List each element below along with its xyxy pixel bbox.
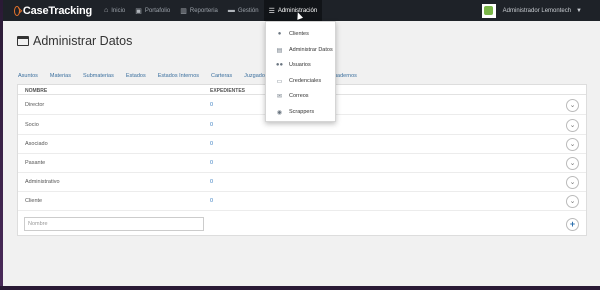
menu-item-label: Scrappers bbox=[289, 109, 315, 115]
administracion-dropdown: ● Clientes ▤ Administrar Datos ●● Usuari… bbox=[265, 21, 336, 122]
tab-estados[interactable]: Estados bbox=[126, 73, 146, 79]
briefcase-icon: ▣ bbox=[135, 7, 142, 15]
nav-item-label: Gestión bbox=[237, 7, 259, 14]
tab-estados-internos[interactable]: Estados Internos bbox=[158, 73, 199, 79]
row-options-button[interactable]: ⌄ bbox=[566, 195, 579, 208]
menu-item-usuarios[interactable]: ●● Usuarios bbox=[266, 57, 335, 73]
row-name: Socio bbox=[25, 122, 39, 128]
checkmark-circle-icon bbox=[14, 5, 20, 16]
nav-item-administracion[interactable]: ☰ Administración bbox=[263, 0, 323, 21]
user-menu[interactable]: Administrador Lemontech ▼ bbox=[481, 0, 582, 21]
user-name: Administrador Lemontech bbox=[502, 7, 572, 14]
nav-item-label: Reporteria bbox=[189, 7, 218, 14]
menu-item-label: Clientes bbox=[289, 31, 309, 37]
plus-icon: + bbox=[569, 219, 576, 229]
avatar bbox=[481, 3, 496, 18]
menu-item-label: Correos bbox=[289, 93, 309, 99]
menu-item-correos[interactable]: ✉ Correos bbox=[266, 88, 335, 104]
home-icon: ⌂ bbox=[104, 7, 109, 14]
nav-item-reporteria[interactable]: ▥ Reporteria bbox=[175, 0, 223, 21]
user-icon: ● bbox=[277, 31, 282, 37]
row-name: Pasante bbox=[25, 160, 46, 166]
window-bottom-edge bbox=[0, 286, 600, 290]
brand-logo[interactable]: CaseTracking bbox=[14, 5, 92, 17]
window-icon bbox=[17, 36, 29, 46]
chevron-down-icon: ⌄ bbox=[569, 179, 576, 186]
tab-asuntos[interactable]: Asuntos bbox=[18, 73, 38, 79]
menu-item-credenciales[interactable]: ▭ Credenciales bbox=[266, 73, 335, 89]
menu-icon: ☰ bbox=[268, 7, 275, 15]
envelope-icon: ✉ bbox=[276, 93, 283, 100]
folder-icon: ▬ bbox=[227, 7, 235, 14]
row-name: Administrativo bbox=[25, 179, 60, 185]
table-row: Asociado 0 ⌄ bbox=[18, 135, 586, 154]
menu-item-clientes[interactable]: ● Clientes bbox=[266, 26, 335, 42]
row-expedientes-link[interactable]: 0 bbox=[210, 141, 213, 147]
caret-down-icon: ▼ bbox=[576, 7, 582, 14]
chevron-down-icon: ⌄ bbox=[569, 141, 576, 148]
tab-materias[interactable]: Materias bbox=[50, 73, 71, 79]
row-options-button[interactable]: ⌄ bbox=[566, 138, 579, 151]
row-options-button[interactable]: ⌄ bbox=[566, 99, 579, 112]
page-title: Administrar Datos bbox=[17, 34, 132, 48]
table-icon: ▤ bbox=[276, 47, 283, 54]
table-row: Cliente 0 ⌄ bbox=[18, 192, 586, 211]
row-expedientes-link[interactable]: 0 bbox=[210, 122, 213, 128]
menu-item-label: Administrar Datos bbox=[289, 47, 333, 53]
row-options-button[interactable]: ⌄ bbox=[566, 157, 579, 170]
tab-submaterias[interactable]: Submaterias bbox=[83, 73, 114, 79]
row-expedientes-link[interactable]: 0 bbox=[210, 160, 213, 166]
tab-bar: Asuntos Materias Submaterias Estados Est… bbox=[18, 71, 357, 81]
nav-item-label: Portafolio bbox=[144, 7, 171, 14]
nav-item-gestion[interactable]: ▬ Gestión bbox=[223, 0, 264, 21]
users-icon: ●● bbox=[275, 62, 284, 68]
row-name: Director bbox=[25, 102, 45, 108]
row-expedientes-link[interactable]: 0 bbox=[210, 102, 213, 108]
eye-icon: ◉ bbox=[276, 109, 283, 116]
nav-item-portafolio[interactable]: ▣ Portafolio bbox=[130, 0, 175, 21]
chevron-down-icon: ⌄ bbox=[569, 160, 576, 167]
menu-item-scrappers[interactable]: ◉ Scrappers bbox=[266, 104, 335, 120]
menu-item-label: Credenciales bbox=[289, 78, 322, 84]
tab-carteras[interactable]: Carteras bbox=[211, 73, 232, 79]
menu-item-administrar-datos[interactable]: ▤ Administrar Datos bbox=[266, 42, 335, 58]
column-header-expedientes: EXPEDIENTES bbox=[210, 88, 246, 94]
add-button[interactable]: + bbox=[566, 218, 579, 231]
row-options-button[interactable]: ⌄ bbox=[566, 176, 579, 189]
table-row: Administrativo 0 ⌄ bbox=[18, 173, 586, 192]
chevron-down-icon: ⌄ bbox=[569, 102, 576, 109]
nav-menu: ⌂ Inicio ▣ Portafolio ▥ Reporteria ▬ Ges… bbox=[99, 0, 323, 21]
nav-item-inicio[interactable]: ⌂ Inicio bbox=[99, 0, 130, 21]
chart-icon: ▥ bbox=[180, 7, 187, 15]
row-options-button[interactable]: ⌄ bbox=[566, 119, 579, 132]
page-title-text: Administrar Datos bbox=[33, 34, 133, 48]
id-card-icon: ▭ bbox=[276, 78, 283, 85]
row-expedientes-link[interactable]: 0 bbox=[210, 179, 213, 185]
brand-name: CaseTracking bbox=[22, 4, 92, 17]
row-name: Asociado bbox=[25, 141, 48, 147]
chevron-down-icon: ⌄ bbox=[569, 122, 576, 129]
column-header-nombre: NOMBRE bbox=[25, 88, 48, 94]
window-edge bbox=[0, 0, 3, 290]
row-expedientes-link[interactable]: 0 bbox=[210, 198, 213, 204]
nav-item-label: Inicio bbox=[111, 7, 126, 14]
table-row: Pasante 0 ⌄ bbox=[18, 154, 586, 173]
chevron-down-icon: ⌄ bbox=[569, 198, 576, 205]
new-name-input[interactable] bbox=[24, 217, 204, 231]
menu-item-label: Usuarios bbox=[289, 62, 311, 68]
row-name: Cliente bbox=[25, 198, 43, 204]
